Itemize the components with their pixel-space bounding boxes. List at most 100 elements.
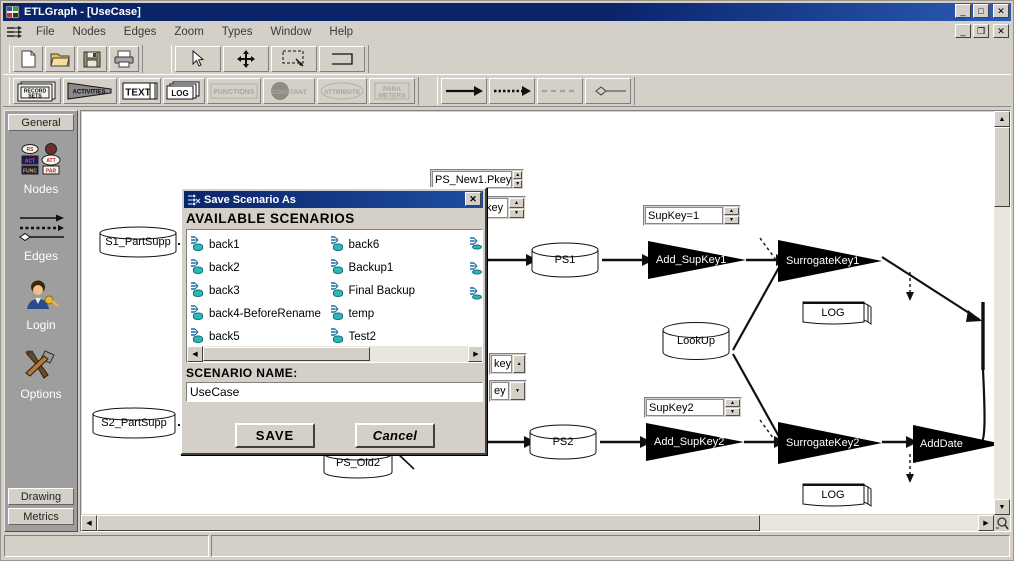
list-item[interactable]: Final Backup (329, 279, 469, 302)
list-item[interactable]: back3 (189, 279, 329, 302)
spin-up-icon[interactable]: ▲ (509, 198, 524, 208)
list-item[interactable]: back1 (189, 233, 329, 256)
menu-item-edges[interactable]: Edges (115, 24, 166, 40)
pan-tool[interactable] (223, 45, 269, 72)
constant-button[interactable]: CONSTANT (263, 77, 315, 104)
sidebar-tab-metrics[interactable]: Metrics (8, 508, 74, 525)
list-item[interactable]: Backup1 (329, 256, 469, 279)
maximize-button[interactable]: □ (973, 4, 989, 18)
spin-up-icon[interactable]: ▲ (724, 207, 739, 215)
list-item[interactable]: Test2 (329, 325, 469, 348)
scroll-right-arrow-icon[interactable]: ▶ (468, 346, 482, 362)
list-item[interactable] (468, 283, 482, 308)
attribute-button[interactable]: ATTRIBUTE (317, 77, 367, 104)
supkey1-value[interactable]: SupKey=1 (645, 207, 723, 224)
ps2-node[interactable]: PS2 (528, 424, 598, 460)
menu-item-help[interactable]: Help (320, 24, 362, 40)
record-sets-button[interactable]: RECORD SETS (13, 77, 61, 104)
list-item[interactable]: temp (329, 302, 469, 325)
sidebar-tab-drawing[interactable]: Drawing (8, 488, 74, 505)
sidebar-item-options[interactable]: Options (5, 348, 77, 401)
log-button[interactable]: LOG (163, 77, 205, 104)
list-item[interactable] (468, 258, 482, 283)
marquee-select-tool[interactable] (271, 45, 317, 72)
menu-item-window[interactable]: Window (261, 24, 320, 40)
list-item[interactable]: back4-BeforeRename (189, 302, 329, 325)
minimize-button[interactable]: _ (955, 4, 971, 18)
print-button[interactable] (109, 45, 139, 72)
hidden-key-value-2[interactable]: ey (491, 382, 509, 400)
save-button[interactable]: SAVE (235, 423, 315, 448)
spin-down-icon[interactable]: ▼ (510, 382, 525, 400)
mdi-close-button[interactable]: ✕ (993, 24, 1009, 38)
new-button[interactable] (13, 45, 43, 72)
scroll-down-arrow-icon[interactable]: ▼ (994, 499, 1010, 515)
menu-item-nodes[interactable]: Nodes (64, 24, 115, 40)
save-button[interactable] (77, 45, 107, 72)
scroll-right-arrow-icon[interactable]: ▶ (978, 515, 994, 531)
sidebar-item-login[interactable]: Login (5, 279, 77, 332)
spin-up-icon[interactable]: ▲ (725, 399, 740, 407)
mdi-minimize-button[interactable]: _ (955, 24, 971, 38)
functions-button[interactable]: FUNCTIONS (207, 77, 261, 104)
select-tool[interactable] (175, 45, 221, 72)
hidden-key-spinner-1[interactable]: key ▲ (489, 353, 527, 375)
spin-down-icon[interactable]: ▼ (725, 408, 740, 416)
hidden-key-value-1[interactable]: key (491, 355, 513, 373)
list-item[interactable] (468, 233, 482, 258)
vertical-scroll-thumb[interactable] (994, 127, 1010, 207)
ps-new1-pkey-value[interactable]: PS_New1.Pkey (432, 171, 513, 188)
dialog-close-button[interactable]: ✕ (465, 192, 481, 206)
add-supkey1-node[interactable]: Add_SupKey1 (648, 241, 746, 279)
supkey2-spinner[interactable]: SupKey2 ▲ ▼ (644, 397, 742, 418)
log2-node[interactable]: LOG (802, 482, 874, 510)
surrogatekey2-node[interactable]: SurrogateKey2 (778, 422, 882, 464)
s2-partsupp-node[interactable]: S2_PartSupp (91, 406, 177, 440)
spin-up-icon[interactable]: ▲ (513, 355, 525, 373)
text-button[interactable]: TEXT (119, 77, 161, 104)
scenario-name-input[interactable]: UseCase (186, 382, 483, 402)
solid-arrow-edge-button[interactable] (441, 77, 487, 104)
sidebar-item-nodes[interactable]: RS ACT ATT FUNC PAR Nodes (5, 143, 77, 196)
mdi-restore-button[interactable]: ❐ (973, 24, 989, 38)
add-supkey2-node[interactable]: Add_SupKey2 (646, 423, 744, 461)
list-item[interactable]: back6 (329, 233, 469, 256)
supkey1-spinner[interactable]: SupKey=1 ▲ ▼ (643, 205, 741, 226)
activities-button[interactable]: ACTIVITIES (63, 77, 117, 104)
menu-item-types[interactable]: Types (213, 24, 262, 40)
scenario-list-horizontal-scrollbar[interactable]: ◀ ▶ (187, 346, 482, 362)
sidebar-tab-general[interactable]: General (8, 114, 74, 131)
s1-partsupp-node[interactable]: S1_PartSupp (98, 225, 178, 259)
adddate-node[interactable]: AddDate (913, 425, 994, 463)
list-item[interactable]: back2 (189, 256, 329, 279)
parameters-button[interactable]: PARA METERS (369, 77, 415, 104)
zoom-region-tool[interactable] (319, 45, 365, 72)
dashed-line-edge-button[interactable] (537, 77, 583, 104)
cancel-button[interactable]: Cancel (355, 423, 435, 448)
open-button[interactable] (45, 45, 75, 72)
vertical-scroll-track[interactable] (994, 207, 1010, 499)
hidden-key-spinner-2[interactable]: ey ▼ (489, 380, 527, 402)
dotted-arrow-edge-button[interactable] (489, 77, 535, 104)
sidebar-item-edges[interactable]: Edges (5, 212, 77, 263)
spin-down-icon[interactable]: ▼ (509, 208, 524, 218)
menu-item-file[interactable]: File (27, 24, 64, 40)
spin-down-icon[interactable]: ▼ (724, 216, 739, 224)
scenario-listbox[interactable]: back1 back2 back3 back4-BeforeRename bac… (186, 229, 483, 363)
canvas-vertical-scrollbar[interactable]: ▲ ▼ (994, 111, 1010, 515)
menu-item-zoom[interactable]: Zoom (165, 24, 212, 40)
resize-grip-icon[interactable] (994, 515, 1010, 531)
ps-new1-pkey-spinner-2[interactable]: key ▲ ▼ (481, 196, 526, 220)
horizontal-scroll-thumb[interactable] (97, 515, 760, 531)
close-button[interactable]: ✕ (993, 4, 1009, 18)
canvas-horizontal-scrollbar[interactable]: ◀ ▶ (81, 515, 1010, 531)
spin-down-icon[interactable]: ▼ (513, 180, 522, 188)
scroll-thumb[interactable] (203, 347, 370, 361)
diamond-edge-button[interactable] (585, 77, 631, 104)
lookup-node[interactable]: LookUp (661, 321, 731, 361)
scroll-left-arrow-icon[interactable]: ◀ (81, 515, 97, 531)
ps1-node[interactable]: PS1 (530, 242, 600, 278)
list-item[interactable]: back5 (189, 325, 329, 348)
graph-canvas[interactable]: S1_PartSupp S2_PartSupp PS1 PS2 PS_Old2 … (82, 112, 994, 514)
spin-up-icon[interactable]: ▲ (513, 171, 522, 179)
